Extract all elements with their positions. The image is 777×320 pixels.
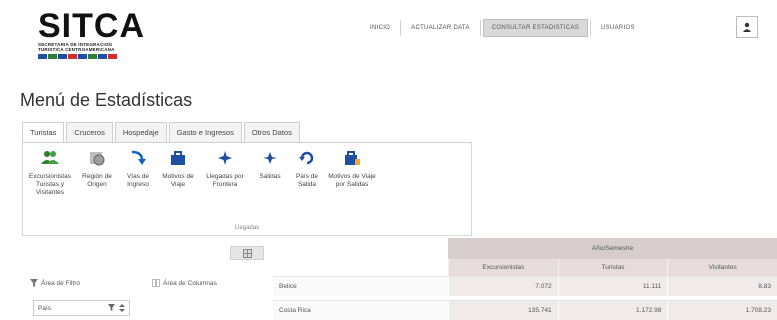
sitca-logo[interactable]: SITCA SECRETARIA DE INTEGRACION TURISTIC… <box>38 7 163 66</box>
grid-icon <box>242 248 252 258</box>
ribbon-label: Excursionistas Turistas y Visitantes <box>29 173 71 196</box>
nav-inicio[interactable]: INICIO <box>362 20 398 36</box>
ribbon-salidas-button[interactable]: Salidas <box>251 147 289 197</box>
table-cell: 135.741 <box>448 301 558 320</box>
table-row: Costa Rica 135.741 1.172.98 1.708.23 <box>273 300 777 320</box>
pivot-column-group-header[interactable]: Año/Semestre <box>448 238 777 259</box>
column-header-turistas[interactable]: Turistas <box>557 259 668 276</box>
tab-cruceros[interactable]: Cruceros <box>66 122 113 142</box>
column-header-visitantes[interactable]: Visitantes <box>667 259 777 276</box>
ribbon-label: Motivos de Viaje por Salidas <box>328 173 376 188</box>
ribbon-motivos-salidas-button[interactable]: Motivos de Viaje por Salidas <box>325 147 379 197</box>
filter-area-label: Área de Filtro <box>41 279 81 287</box>
nav-actualizar-data[interactable]: ACTUALIZAR DATA <box>403 20 478 36</box>
flag-swatch <box>48 54 57 59</box>
row-header[interactable]: Costa Rica <box>273 301 448 320</box>
row-field-label: País <box>38 304 52 312</box>
ribbon-label: Salidas <box>259 173 281 180</box>
table-cell: 1.172.98 <box>557 301 668 320</box>
ribbon-excursionistas-button[interactable]: Excursionistas Turistas y Visitantes <box>25 147 75 197</box>
nav-consultar-estadisticas[interactable]: CONSULTAR ESTADISTICAS <box>482 19 589 37</box>
logo-wordmark: SITCA <box>38 7 145 45</box>
pivot-column-headers: Excursionistas Turistas Visitantes <box>448 259 777 276</box>
nav-divider <box>590 20 592 36</box>
ribbon-motivos-viaje-button[interactable]: Motivos de Viaje <box>157 147 199 197</box>
sort-icon[interactable] <box>119 304 125 312</box>
nav-divider <box>400 20 402 36</box>
ribbon-pais-salida-button[interactable]: País de Salida <box>289 147 325 197</box>
table-cell: 1.708.23 <box>667 301 777 320</box>
airplane-out-icon <box>259 147 281 169</box>
flag-swatch <box>38 54 47 59</box>
logo-subtitle-2: TURISTICA CENTROAMERICANA <box>38 47 115 52</box>
flag-swatch <box>108 54 117 59</box>
ribbon-label: Motivos de Viaje <box>162 173 194 188</box>
luggage-icon <box>341 147 363 169</box>
table-cell: 11.111 <box>557 277 668 296</box>
briefcase-icon <box>167 147 189 169</box>
flag-swatch <box>78 54 87 59</box>
ribbon-group-label: Llegadas <box>234 225 260 231</box>
ribbon-llegadas-frontera-button[interactable]: Llegadas por Frontera <box>199 147 251 197</box>
tab-hospedaje[interactable]: Hospedaje <box>114 122 167 142</box>
logo-flags <box>38 54 163 59</box>
row-header[interactable]: Belice <box>273 277 448 296</box>
ribbon-label: Llegadas por Frontera <box>206 173 244 188</box>
globe-icon <box>86 147 108 169</box>
columns-icon <box>152 279 160 287</box>
ribbon-panel: Excursionistas Turistas y Visitantes Reg… <box>22 143 472 236</box>
tab-otros-datos[interactable]: Otros Datos <box>243 122 300 142</box>
table-cell: 8.83 <box>667 277 777 296</box>
filter-icon <box>30 279 38 287</box>
arrow-down-icon <box>127 147 149 169</box>
ribbon-vias-ingreso-button[interactable]: Vías de Ingreso <box>119 147 157 197</box>
pivot-toolbar-button[interactable] <box>230 246 264 260</box>
table-cell: 7.072 <box>448 277 558 296</box>
user-icon <box>743 22 751 32</box>
table-row: Belice 7.072 11.111 8.83 <box>273 276 777 296</box>
ribbon-label: Región de Origen <box>82 173 112 188</box>
flag-swatch <box>88 54 97 59</box>
top-navigation: INICIO ACTUALIZAR DATA CONSULTAR ESTADIS… <box>362 19 643 37</box>
flag-swatch <box>58 54 67 59</box>
ribbon-label: País de Salida <box>295 173 319 188</box>
column-header-excursionistas[interactable]: Excursionistas <box>448 259 558 276</box>
row-field-chip[interactable]: País <box>33 300 130 316</box>
filter-icon[interactable] <box>108 304 115 311</box>
airplane-icon <box>214 147 236 169</box>
tab-gasto-ingresos[interactable]: Gasto e Ingresos <box>168 122 242 142</box>
columns-area-label: Área de Columnas <box>163 279 217 287</box>
nav-divider <box>479 20 481 36</box>
user-menu-button[interactable] <box>736 16 758 38</box>
columns-area[interactable]: Área de Columnas <box>152 279 217 287</box>
refresh-icon <box>296 147 318 169</box>
flag-swatch <box>68 54 77 59</box>
ribbon-label: Vías de Ingreso <box>126 173 150 188</box>
people-icon <box>39 147 61 169</box>
ribbon-region-origen-button[interactable]: Región de Origen <box>75 147 119 197</box>
flag-swatch <box>98 54 107 59</box>
page-title: Menú de Estadísticas <box>20 90 193 110</box>
statistics-tabs: Turistas Cruceros Hospedaje Gasto e Ingr… <box>22 122 472 143</box>
filter-area[interactable]: Área de Filtro <box>30 279 80 287</box>
tab-turistas[interactable]: Turistas <box>22 122 65 142</box>
nav-usuarios[interactable]: USUARIOS <box>593 20 643 36</box>
